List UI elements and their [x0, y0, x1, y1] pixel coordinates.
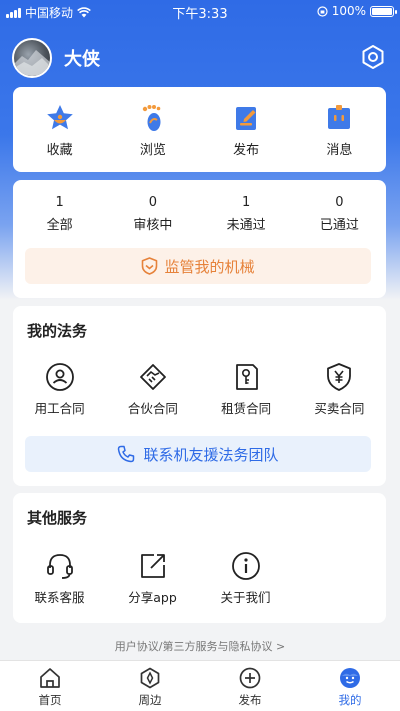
- plus-circle-icon: [239, 667, 261, 689]
- services-card: 其他服务 联系客服 分享app 关于我们: [13, 493, 386, 623]
- quick-label: 发布: [233, 143, 260, 158]
- agreement-link[interactable]: 用户协议/第三方服务与隐私协议 >: [0, 638, 400, 654]
- settings-icon[interactable]: [360, 44, 386, 70]
- tab-bar: 首页 周边 发布 我的: [0, 660, 400, 711]
- battery-icon: [370, 5, 397, 17]
- services-items: 联系客服 分享app 关于我们: [13, 551, 386, 606]
- stat-rejected[interactable]: 1 未通过: [200, 195, 293, 233]
- battery-label: 100%: [331, 4, 366, 18]
- legal-card: 我的法务 用工合同 合伙合同 租赁合同 买卖合同 联系机友援法务团队: [13, 306, 386, 486]
- quick-label: 收藏: [46, 143, 73, 158]
- service-label: 分享app: [128, 590, 177, 605]
- partnership-contract[interactable]: 合伙合同: [106, 362, 199, 417]
- tab-label: 首页: [38, 693, 62, 707]
- headset-icon: [46, 554, 73, 579]
- stat-count: 0: [335, 195, 344, 210]
- yuan-shield-icon: [327, 363, 352, 391]
- service-label: 联系客服: [34, 590, 85, 605]
- stat-count: 1: [55, 195, 64, 210]
- tab-mine[interactable]: 我的: [300, 661, 400, 711]
- status-bar: 中国移动 下午3:33 100%: [0, 0, 400, 22]
- stat-count: 0: [148, 195, 158, 210]
- handshake-icon: [139, 364, 166, 390]
- star-icon: [46, 105, 73, 130]
- tab-home[interactable]: 首页: [0, 661, 100, 711]
- quick-favorites[interactable]: 收藏: [13, 87, 106, 172]
- profile-header[interactable]: 大侠: [12, 38, 100, 78]
- stat-approved[interactable]: 0 已通过: [293, 195, 386, 233]
- lease-contract[interactable]: 租赁合同: [200, 362, 293, 417]
- publish-stats-card: 1 全部 0 审核中 1 未通过 0 已通过 监管我的机械: [13, 180, 386, 298]
- key-contract-icon: [236, 364, 259, 390]
- quick-label: 浏览: [139, 143, 166, 158]
- message-icon: [328, 105, 351, 129]
- shield-icon: [142, 257, 158, 275]
- services-title: 其他服务: [27, 509, 88, 527]
- quick-label: 消息: [326, 143, 353, 158]
- stats-row: 1 全部 0 审核中 1 未通过 0 已通过: [13, 180, 386, 233]
- tab-nearby[interactable]: 周边: [100, 661, 200, 711]
- tab-label: 周边: [138, 693, 162, 707]
- about-us[interactable]: 关于我们: [199, 551, 292, 606]
- phone-icon: [118, 445, 135, 463]
- quick-actions-card: 收藏 浏览 发布 消息: [13, 87, 386, 172]
- legal-label: 买卖合同: [314, 401, 365, 416]
- status-right: 100%: [317, 4, 397, 18]
- share-icon: [140, 554, 165, 578]
- employment-contract[interactable]: 用工合同: [13, 362, 106, 417]
- service-label: 关于我们: [220, 590, 271, 605]
- compass-icon: [140, 667, 160, 689]
- quick-publish[interactable]: 发布: [200, 87, 293, 172]
- orientation-lock-icon: [317, 5, 328, 17]
- home-icon: [40, 668, 60, 688]
- tab-label: 发布: [238, 693, 262, 707]
- edit-document-icon: [236, 107, 257, 130]
- contact-legal-team-button[interactable]: 联系机友援法务团队: [25, 436, 371, 472]
- legal-items: 用工合同 合伙合同 租赁合同 买卖合同: [13, 362, 386, 417]
- footprint-icon: [142, 105, 161, 131]
- username: 大侠: [64, 49, 100, 70]
- customer-service[interactable]: 联系客服: [13, 551, 106, 606]
- profile-face-icon: [340, 668, 360, 688]
- avatar[interactable]: [12, 38, 52, 78]
- tab-label: 我的: [338, 693, 362, 707]
- stat-count: 1: [241, 195, 251, 210]
- legal-label: 用工合同: [34, 401, 85, 416]
- sales-contract[interactable]: 买卖合同: [293, 362, 386, 417]
- monitor-machinery-button[interactable]: 监管我的机械: [25, 248, 371, 284]
- user-contract-icon: [45, 363, 74, 391]
- share-app[interactable]: 分享app: [106, 551, 199, 606]
- stat-label: 全部: [46, 218, 73, 233]
- contact-legal-label: 联系机友援法务团队: [143, 445, 279, 464]
- stat-label: 审核中: [133, 218, 173, 233]
- stat-label: 未通过: [226, 218, 266, 233]
- stat-all[interactable]: 1 全部: [13, 195, 106, 233]
- legal-label: 租赁合同: [221, 401, 272, 416]
- legal-label: 合伙合同: [127, 401, 178, 416]
- stat-reviewing[interactable]: 0 审核中: [106, 195, 199, 233]
- stat-label: 已通过: [319, 218, 359, 233]
- tab-publish[interactable]: 发布: [200, 661, 300, 711]
- quick-messages[interactable]: 消息: [293, 87, 386, 172]
- info-icon: [231, 552, 260, 580]
- quick-browse[interactable]: 浏览: [106, 87, 199, 172]
- monitor-label: 监管我的机械: [164, 257, 255, 276]
- legal-title: 我的法务: [27, 322, 88, 340]
